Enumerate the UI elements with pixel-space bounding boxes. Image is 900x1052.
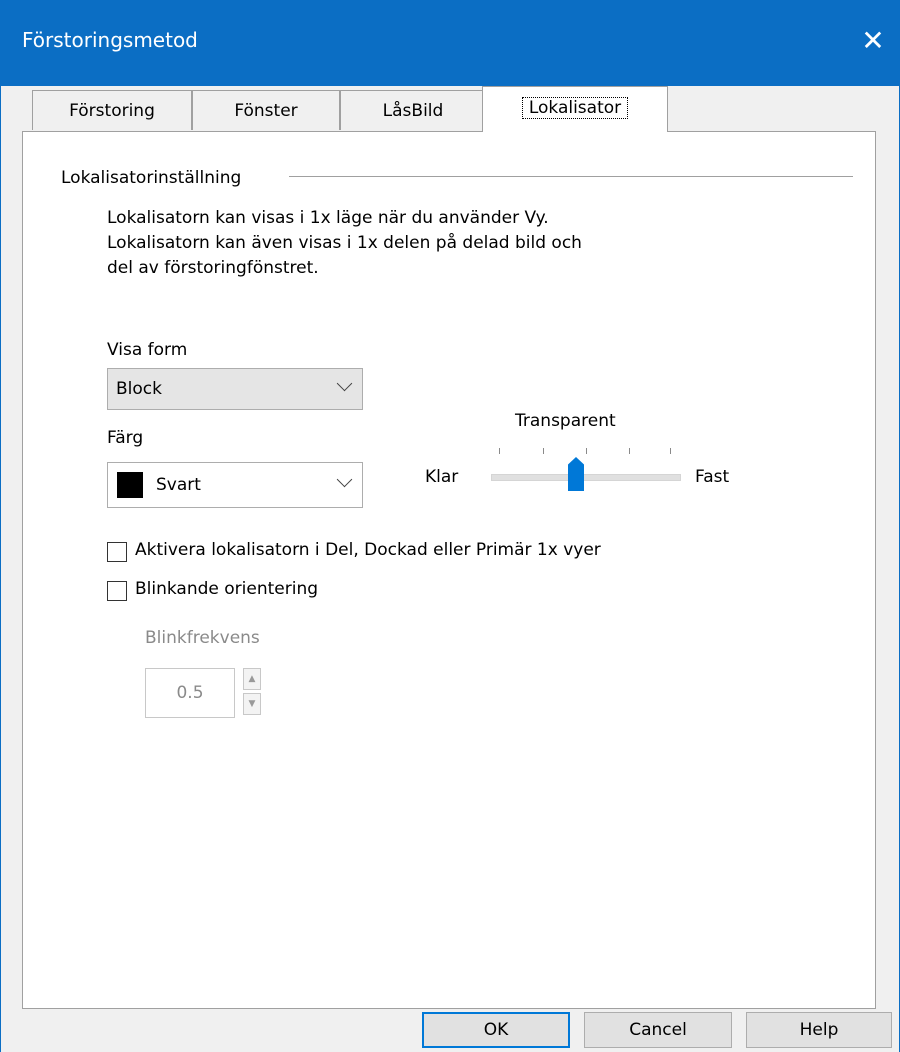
enable-locator-checkbox[interactable]	[107, 542, 127, 562]
title-bar: Förstoringsmetod ✕	[0, 0, 900, 86]
tab-label: Lokalisator	[521, 97, 629, 119]
close-icon[interactable]: ✕	[856, 24, 890, 60]
tab-label: Förstoring	[69, 101, 155, 121]
help-button[interactable]: Help	[746, 1012, 892, 1048]
transparency-label: Transparent	[515, 411, 616, 431]
transparency-max-label: Fast	[695, 467, 730, 487]
tab-label: LåsBild	[382, 101, 444, 121]
blink-checkbox[interactable]	[107, 581, 127, 601]
cancel-button[interactable]: Cancel	[584, 1012, 732, 1048]
color-value: Svart	[156, 475, 201, 495]
blink-label[interactable]: Blinkande orientering	[135, 579, 318, 599]
spin-down-icon[interactable]: ▼	[243, 693, 261, 715]
spin-up-icon[interactable]: ▲	[243, 668, 261, 690]
tab-label: Fönster	[234, 101, 298, 121]
blink-frequency-label: Blinkfrekvens	[145, 628, 260, 648]
tab-lasbild[interactable]: LåsBild	[340, 90, 486, 130]
window-title: Förstoringsmetod	[22, 28, 198, 52]
tab-forstoring[interactable]: Förstoring	[32, 90, 192, 130]
slider-tick	[670, 448, 671, 454]
tab-lokalisator[interactable]: Lokalisator	[482, 86, 668, 132]
color-dropdown[interactable]: Svart	[107, 462, 363, 508]
group-divider	[289, 176, 853, 177]
group-label: Lokalisatorinställning	[61, 168, 242, 188]
tab-fonster[interactable]: Fönster	[192, 90, 340, 130]
tab-panel: Lokalisatorinställning Lokalisatorn kan …	[22, 131, 876, 1009]
slider-tick	[543, 448, 544, 454]
transparency-slider-track[interactable]	[491, 474, 681, 481]
slider-tick	[499, 448, 500, 454]
shape-dropdown[interactable]: Block	[107, 368, 363, 410]
shape-value: Block	[116, 379, 162, 399]
window-border-left	[0, 86, 1, 1052]
color-label: Färg	[107, 428, 144, 448]
description-line: Lokalisatorn kan visas i 1x läge när du …	[107, 208, 549, 228]
description-line: Lokalisatorn kan även visas i 1x delen p…	[107, 233, 582, 253]
chevron-down-icon	[336, 375, 353, 392]
slider-tick	[629, 448, 630, 454]
transparency-min-label: Klar	[425, 467, 459, 487]
description-line: del av förstoringfönstret.	[107, 258, 319, 278]
enable-locator-label[interactable]: Aktivera lokalisatorn i Del, Dockad elle…	[135, 540, 601, 560]
group-description: Lokalisatorn kan visas i 1x läge när du …	[107, 206, 582, 281]
transparency-slider-thumb[interactable]	[568, 457, 584, 491]
dialog-window: Förstoringsmetod ✕ Förstoring Fönster Lå…	[0, 0, 900, 1052]
shape-label: Visa form	[107, 340, 188, 360]
chevron-down-icon	[336, 471, 353, 488]
color-swatch	[117, 472, 143, 498]
blink-frequency-input[interactable]: 0.5	[145, 668, 235, 718]
ok-button[interactable]: OK	[422, 1012, 570, 1048]
slider-tick	[586, 448, 587, 454]
